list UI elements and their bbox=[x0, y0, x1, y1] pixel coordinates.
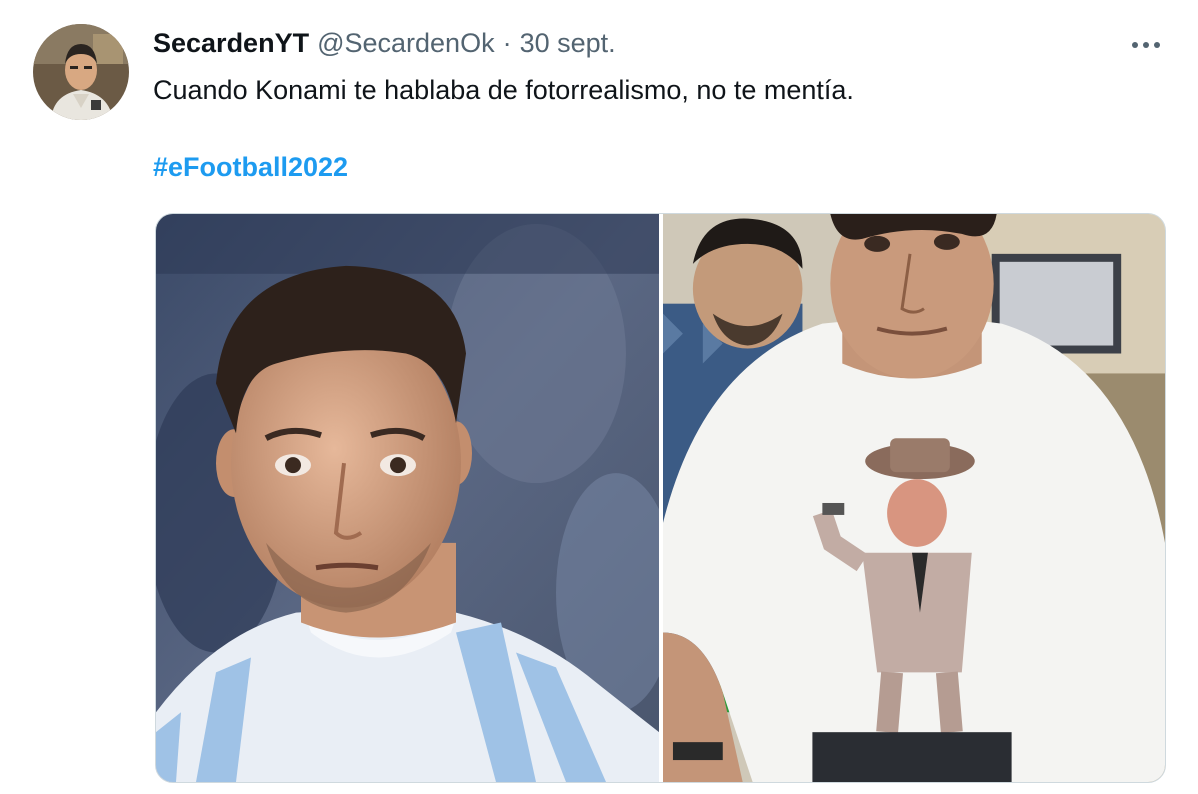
tweet-header: SecardenYT @SecardenOk · 30 sept. bbox=[153, 28, 616, 59]
photo-2[interactable] bbox=[663, 214, 1165, 782]
footballer-render-image bbox=[156, 214, 659, 782]
man-tshirt-photo bbox=[663, 214, 1165, 782]
photo-1[interactable] bbox=[156, 214, 659, 782]
media-grid bbox=[155, 213, 1166, 783]
tweet-text: Cuando Konami te hablaba de fotorrealism… bbox=[153, 75, 854, 105]
timestamp[interactable]: 30 sept. bbox=[520, 28, 616, 59]
avatar[interactable] bbox=[33, 24, 129, 120]
hashtag-link[interactable]: #eFootball2022 bbox=[153, 151, 348, 183]
separator-dot: · bbox=[502, 28, 512, 58]
more-options-button[interactable] bbox=[1124, 30, 1168, 60]
display-name[interactable]: SecardenYT bbox=[153, 28, 309, 59]
user-handle[interactable]: @SecardenOk bbox=[317, 28, 495, 59]
more-horizontal-icon bbox=[1132, 42, 1160, 48]
tweet[interactable]: SecardenYT @SecardenOk · 30 sept. Cuando… bbox=[0, 0, 1198, 794]
